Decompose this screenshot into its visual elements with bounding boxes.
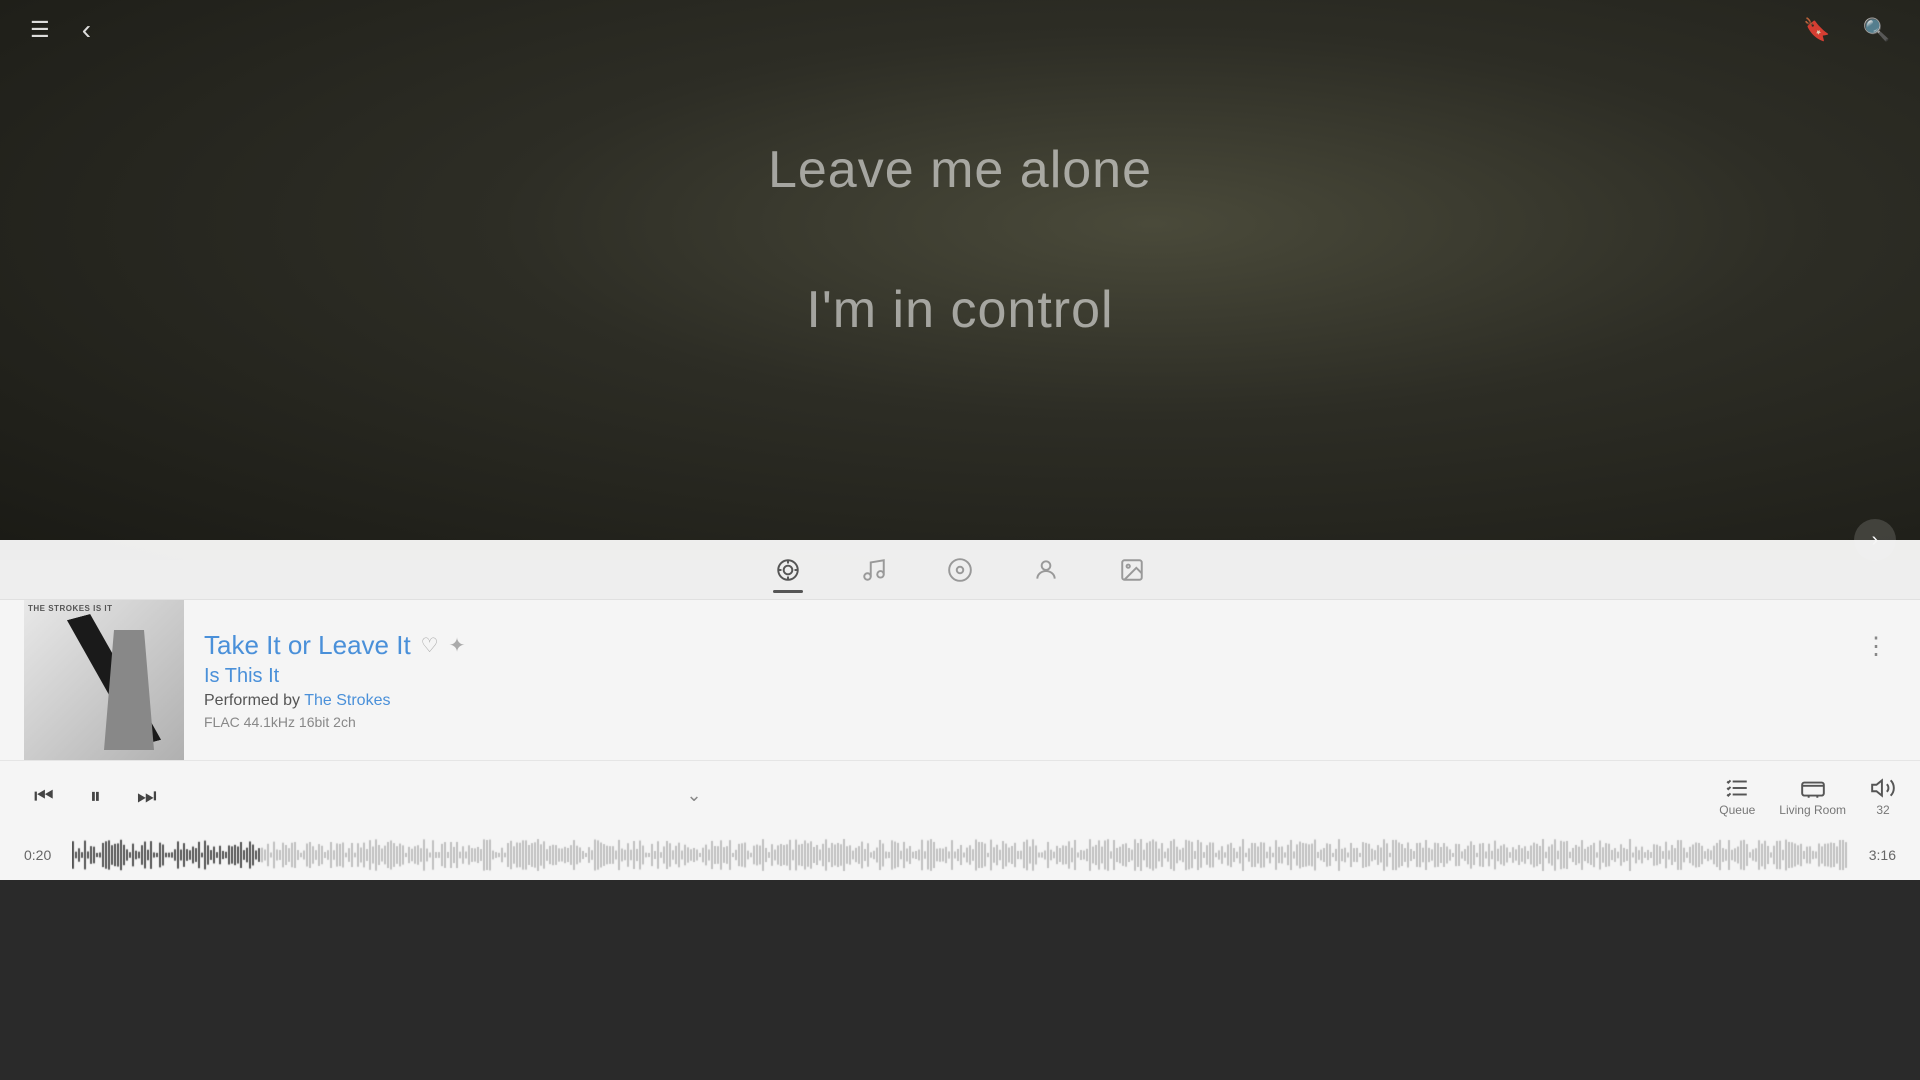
waveform-container[interactable]: [72, 837, 1848, 873]
volume-value: 32: [1876, 803, 1889, 817]
collapse-button[interactable]: ⌄: [680, 779, 707, 812]
artist-link[interactable]: The Strokes: [304, 692, 390, 709]
tab-queue[interactable]: [851, 549, 897, 591]
bookmark-button[interactable]: 🔖: [1797, 11, 1836, 49]
pause-button[interactable]: ⏸: [80, 777, 111, 815]
previous-button[interactable]: ⏮: [24, 777, 64, 815]
album-art: THE STROKES IS IT: [24, 600, 184, 760]
album-art-label: THE STROKES IS IT: [28, 604, 113, 613]
sparkle-icon[interactable]: ✦: [449, 633, 466, 658]
living-room-control[interactable]: Living Room: [1779, 775, 1846, 817]
tab-lyrics[interactable]: [765, 549, 811, 591]
performed-by-label: Performed by: [204, 692, 300, 709]
next-button[interactable]: ⏭: [127, 777, 167, 815]
heart-icon[interactable]: ♡: [421, 633, 439, 658]
queue-control[interactable]: Queue: [1719, 775, 1755, 817]
volume-control[interactable]: 32: [1870, 775, 1896, 817]
transport-controls: ⏮ ⏸ ⏭ ⌄ Queue Living Room: [0, 760, 1920, 830]
track-title[interactable]: Take It or Leave It: [204, 630, 411, 661]
tab-disc[interactable]: [937, 549, 983, 591]
queue-label: Queue: [1719, 803, 1755, 817]
lyric-line-1: Leave me alone: [768, 140, 1152, 200]
progress-area: 0:20 3:16: [0, 830, 1920, 880]
back-button[interactable]: ‹: [76, 8, 97, 52]
current-time: 0:20: [24, 847, 60, 863]
performed-by: Performed by The Strokes: [204, 692, 1836, 710]
living-room-label: Living Room: [1779, 803, 1846, 817]
track-title-row: Take It or Leave It ♡ ✦: [204, 630, 1836, 661]
tab-artist[interactable]: [1023, 549, 1069, 591]
track-info: Take It or Leave It ♡ ✦ Is This It Perfo…: [204, 630, 1836, 730]
more-options-button[interactable]: ⋮: [1856, 624, 1896, 669]
now-playing-panel: THE STROKES IS IT Take It or Leave It ♡ …: [0, 600, 1920, 760]
tab-bar: [0, 540, 1920, 600]
search-button[interactable]: 🔍: [1857, 11, 1896, 49]
tab-image[interactable]: [1109, 549, 1155, 591]
topbar: ☰ ‹ 🔖 🔍: [0, 0, 1920, 60]
right-controls: Queue Living Room 32: [1719, 775, 1896, 817]
album-art-image: THE STROKES IS IT: [24, 600, 184, 760]
lyric-line-2: I'm in control: [806, 280, 1113, 340]
topbar-left: ☰ ‹: [24, 8, 97, 52]
menu-button[interactable]: ☰: [24, 11, 56, 49]
format-info: FLAC 44.1kHz 16bit 2ch: [204, 714, 1836, 730]
waveform-canvas: [72, 837, 1848, 873]
lyrics-area: Leave me alone I'm in control: [0, 80, 1920, 340]
album-name[interactable]: Is This It: [204, 665, 1836, 688]
total-time: 3:16: [1860, 847, 1896, 863]
topbar-right: 🔖 🔍: [1797, 11, 1896, 49]
